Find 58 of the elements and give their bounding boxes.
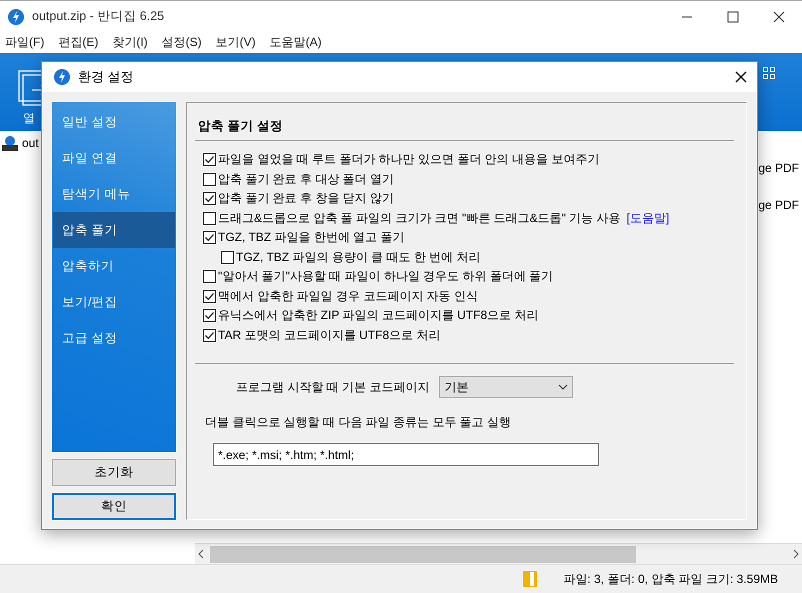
file-type-text: ge PDF xyxy=(758,198,799,212)
menu-item[interactable]: 편집(E) xyxy=(58,34,98,51)
nav-item[interactable]: 고급 설정 xyxy=(53,320,175,356)
option-label: "알아서 풀기"사용할 때 파일이 하나일 경우도 하위 폴더에 풀기 xyxy=(218,268,554,286)
checkbox[interactable] xyxy=(203,212,216,225)
status-text: 파일: 3, 폴더: 0, 압축 파일 크기: 3.59MB xyxy=(563,570,778,588)
option-label: 파일을 열었을 때 루트 폴더가 하나만 있으면 폴더 안의 내용을 보여주기 xyxy=(218,151,600,168)
menu-item[interactable]: 파일(F) xyxy=(5,34,44,51)
help-link[interactable]: [도움말] xyxy=(626,210,670,227)
checkbox[interactable] xyxy=(221,250,234,264)
zip-file-icon xyxy=(2,135,18,151)
nav-item[interactable]: 압축 풀기 xyxy=(53,212,175,248)
menu-item[interactable]: 보기(V) xyxy=(216,34,256,51)
option-label: TAR 포맷의 코드페이지를 UTF8으로 처리 xyxy=(218,326,440,344)
menu-item[interactable]: 도움말(A) xyxy=(270,34,322,51)
option-label: 압축 풀기 완료 후 창을 닫지 않기 xyxy=(218,190,394,208)
option-label: 드래그&드롭으로 압축 풀 파일의 크기가 크면 "빠른 드래그&드롭" 기능 사용 xyxy=(218,210,621,227)
close-icon[interactable] xyxy=(733,69,749,85)
exec-types-field[interactable]: *.exe; *.msi; *.htm; *.html; xyxy=(213,443,599,466)
app-logo-icon xyxy=(54,69,70,85)
checkbox[interactable] xyxy=(203,172,216,186)
minimize-icon[interactable] xyxy=(682,16,692,17)
section-title: 압축 풀기 설정 xyxy=(197,118,284,135)
file-name: out xyxy=(22,136,39,150)
checkbox[interactable] xyxy=(203,290,216,303)
option-label: TGZ, TBZ 파일을 한번에 열고 풀기 xyxy=(218,229,404,246)
open-label: 열 xyxy=(23,110,35,127)
checkbox[interactable] xyxy=(203,309,216,322)
archive-icon xyxy=(523,570,538,588)
option-label: TGZ, TBZ 파일의 용량이 클 때도 한 번에 처리 xyxy=(236,248,480,266)
nav-item[interactable]: 파일 연결 xyxy=(53,140,175,176)
nav-item[interactable]: 압축하기 xyxy=(53,248,175,284)
checkbox[interactable] xyxy=(203,328,216,342)
grid-icon[interactable] xyxy=(763,67,775,79)
chevron-down-icon xyxy=(558,384,568,390)
option-label: 맥에서 압축한 파일일 경우 코드페이지 자동 인식 xyxy=(218,288,478,305)
exec-types-label: 더블 클릭으로 실행할 때 다음 파일 종류는 모두 풀고 실행 xyxy=(205,414,512,431)
option-label: 압축 풀기 완료 후 대상 폴더 열기 xyxy=(218,170,394,188)
checkbox[interactable] xyxy=(203,192,216,206)
checkbox[interactable] xyxy=(203,270,216,284)
maximize-icon[interactable] xyxy=(728,11,738,22)
codepage-label: 프로그램 시작할 때 기본 코드페이지 xyxy=(236,378,430,396)
option-label: 유닉스에서 압축한 ZIP 파일의 코드페이지를 UTF8으로 처리 xyxy=(218,307,538,324)
codepage-dropdown[interactable]: 기본 xyxy=(439,376,574,398)
window-title: output.zip - 반디집 6.25 xyxy=(32,8,166,25)
nav-item[interactable]: 보기/편집 xyxy=(53,284,175,320)
reset-button[interactable]: 초기화 xyxy=(52,459,176,486)
checkbox[interactable] xyxy=(203,153,216,166)
nav-item[interactable]: 탐색기 메뉴 xyxy=(53,176,175,212)
dialog-title: 환경 설정 xyxy=(78,68,135,86)
checkbox[interactable] xyxy=(203,231,216,244)
close-icon[interactable] xyxy=(774,11,784,22)
file-type-text: ge PDF xyxy=(758,161,799,175)
menu-item[interactable]: 찾기(I) xyxy=(112,34,148,51)
ok-button[interactable]: 확인 xyxy=(52,493,176,520)
horizontal-scrollbar[interactable] xyxy=(195,543,802,564)
app-logo-icon xyxy=(8,8,24,24)
menu-item[interactable]: 설정(S) xyxy=(162,34,202,51)
